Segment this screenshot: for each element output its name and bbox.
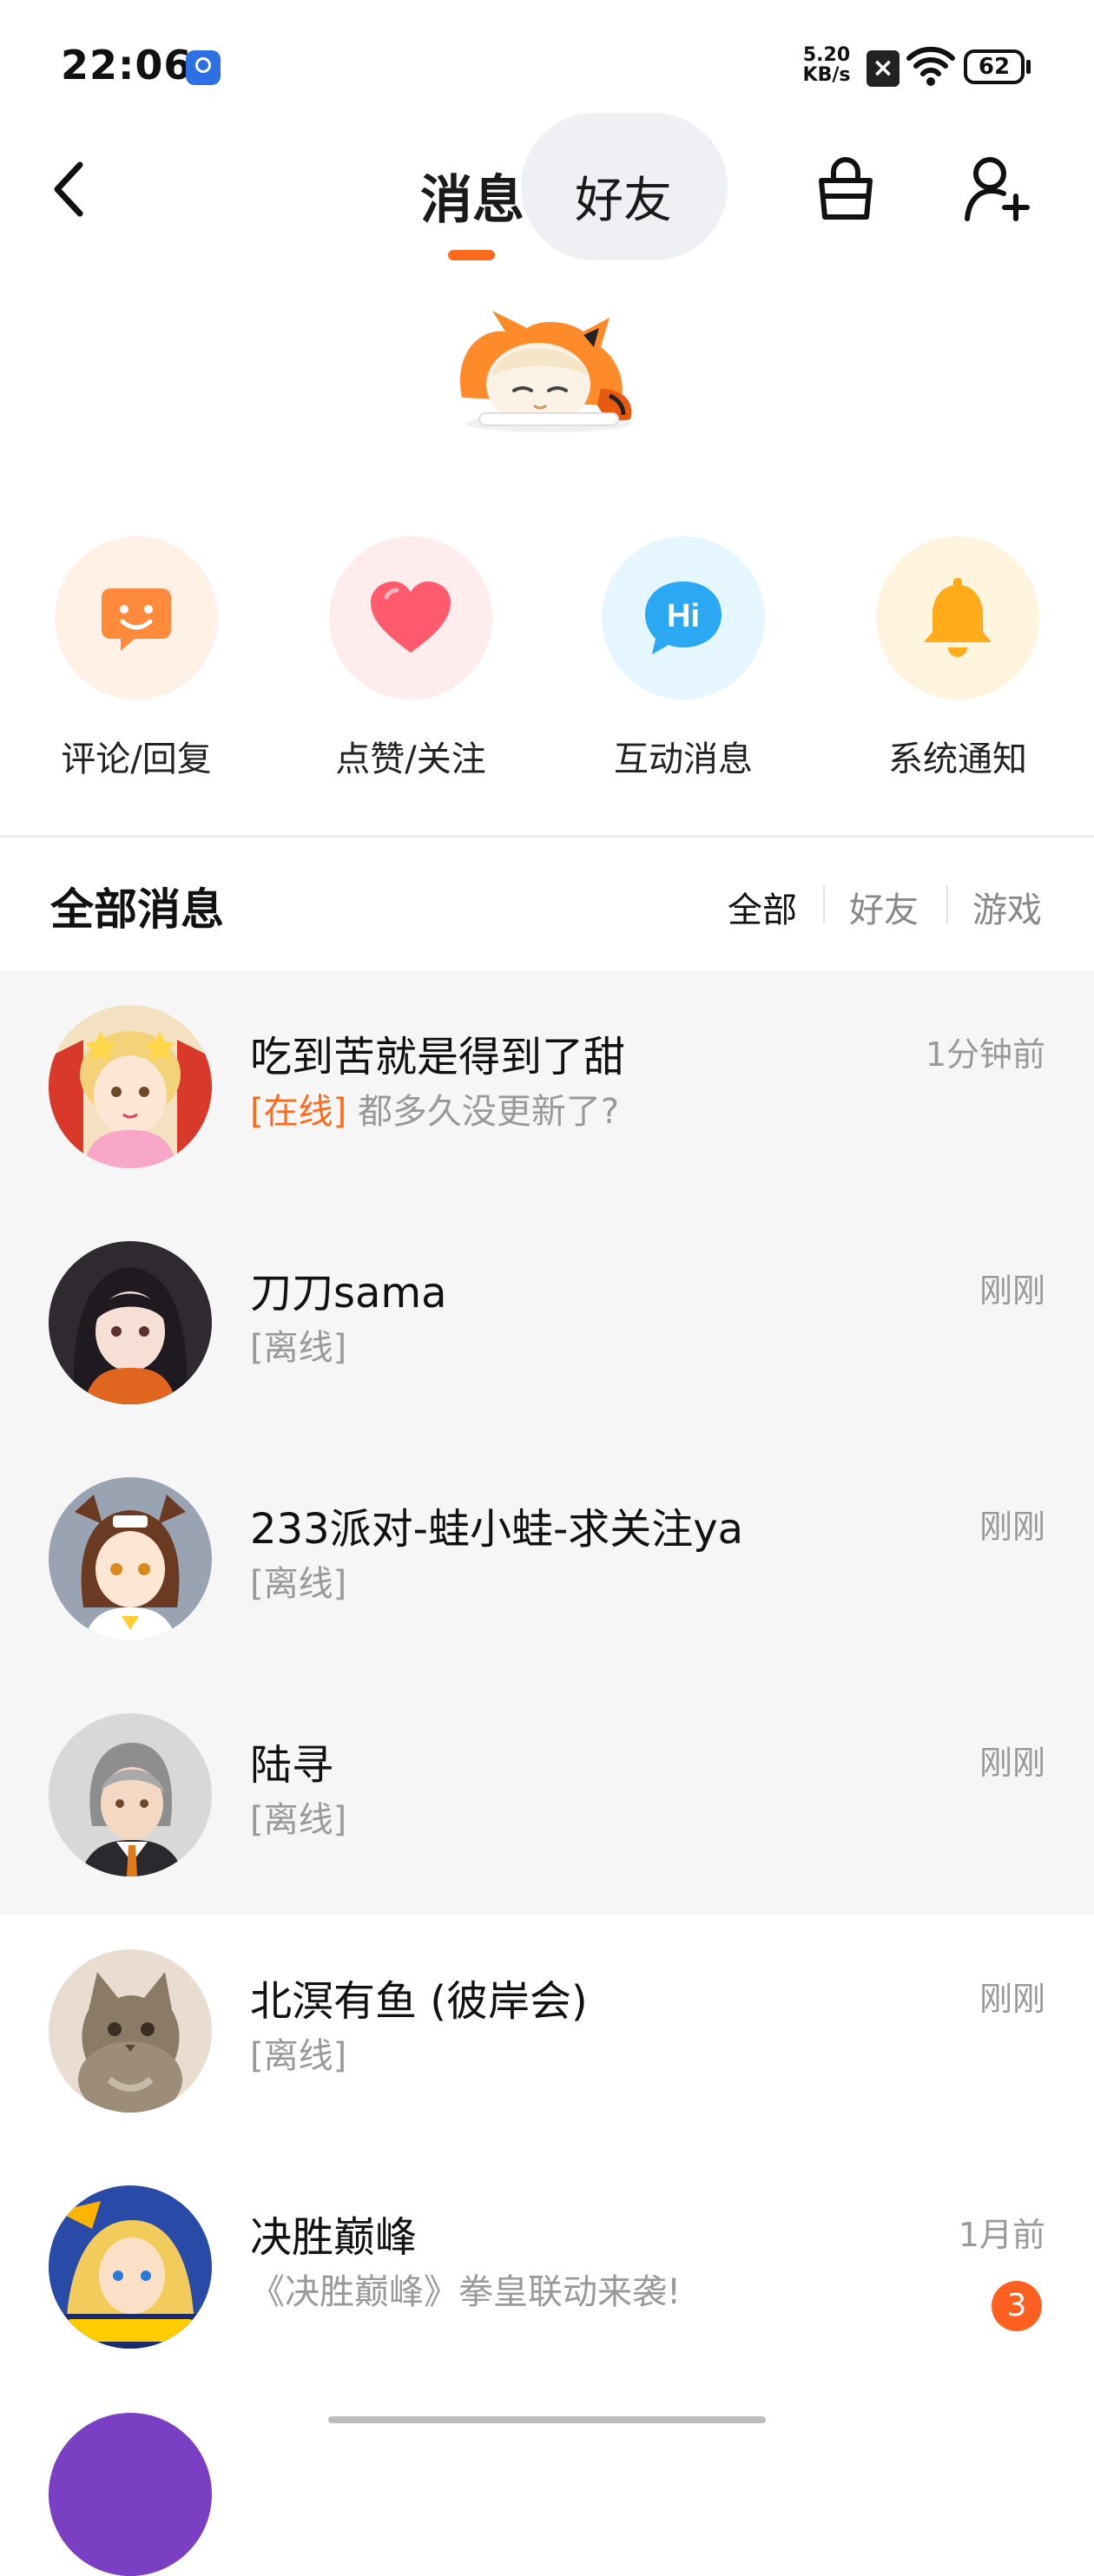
contact-name: 陆寻 [250, 1741, 334, 1790]
online-status: [离线] [250, 1328, 347, 1368]
message-time: 刚刚 [979, 1508, 1045, 1546]
unread-badge: 3 [992, 2281, 1042, 2331]
avatar [49, 1477, 212, 1640]
filter-games[interactable]: 游戏 [972, 882, 1042, 932]
online-status: [离线] [250, 2036, 347, 2076]
next-row-avatar-peek [49, 2413, 212, 2576]
message-time: 1分钟前 [925, 1035, 1045, 1074]
hi-bubble-icon: Hi [645, 582, 722, 654]
message-preview: 都多久没更新了? [357, 1092, 620, 1132]
avatar [49, 1005, 212, 1168]
heart-icon [371, 582, 451, 653]
comment-face-icon [102, 588, 171, 651]
message-row[interactable]: 陆寻 [离线] 刚刚 [0, 1679, 1094, 1915]
battery-indicator: 62 [964, 49, 1025, 84]
contact-name: 刀刀sama [250, 1269, 447, 1318]
svg-text:Hi: Hi [667, 598, 700, 634]
category-system-label: 系统通知 [888, 739, 1027, 779]
network-speed-unit: KB/s [802, 64, 851, 86]
message-time: 刚刚 [979, 1272, 1045, 1310]
filter-all[interactable]: 全部 [728, 882, 797, 932]
contact-name: 吃到苦就是得到了甜 [250, 1033, 626, 1081]
chevron-left-icon [54, 161, 83, 217]
filter-separator [823, 885, 825, 923]
section-title: 全部消息 [50, 884, 224, 935]
status-time: 22:06 [61, 42, 193, 89]
avatar [49, 1713, 212, 1876]
contact-name: 233派对-蛙小蛙-求关注ya [250, 1505, 744, 1554]
online-status: [离线] [250, 1800, 347, 1840]
active-tab-indicator [448, 250, 495, 260]
add-user-icon [965, 157, 1030, 221]
contact-name: 北溟有鱼 (彼岸会) [250, 1977, 588, 2026]
message-row[interactable]: 吃到苦就是得到了甜 [在线] 都多久没更新了? 1分钟前 [0, 970, 1094, 1206]
wifi-icon [906, 43, 955, 90]
bag-icon [819, 157, 873, 220]
home-indicator[interactable] [328, 2416, 766, 2423]
add-friend-button[interactable] [962, 151, 1031, 224]
message-row[interactable]: 北溟有鱼 (彼岸会) [离线] 刚刚 [0, 1915, 1094, 2151]
shop-bag-button[interactable] [811, 154, 880, 224]
contact-name: 决胜巅峰 [250, 2213, 418, 2262]
filter-friends[interactable]: 好友 [849, 882, 919, 932]
message-time: 刚刚 [979, 1980, 1045, 2018]
online-status: [在线] [250, 1092, 347, 1132]
section-divider [0, 835, 1094, 838]
back-button[interactable] [45, 154, 97, 224]
network-speed-value: 5.20 [802, 44, 851, 66]
avatar [49, 1241, 212, 1404]
filter-separator [946, 885, 948, 923]
tab-friends[interactable]: 好友 [575, 161, 672, 232]
category-likes[interactable]: 点赞/关注 [328, 536, 493, 781]
message-preview-line: [在线] 都多久没更新了? [250, 1083, 619, 1134]
category-likes-circle [329, 536, 492, 700]
no-sim-icon: × [867, 50, 900, 87]
message-preview: 《决胜巅峰》拳皇联动来袭! [250, 2272, 682, 2312]
category-likes-label: 点赞/关注 [335, 739, 486, 779]
bell-icon [924, 578, 992, 657]
category-interactions-circle: Hi [602, 536, 765, 700]
message-row[interactable]: 233派对-蛙小蛙-求关注ya [离线] 刚刚 [0, 1442, 1094, 1679]
network-speed: 5.20 KB/s [799, 45, 854, 85]
category-interactions[interactable]: Hi 互动消息 [601, 536, 766, 781]
tab-messages[interactable]: 消息 [420, 158, 524, 233]
message-row[interactable]: 刀刀sama [离线] 刚刚 [0, 1206, 1094, 1442]
avatar [49, 1949, 212, 2113]
app-notification-icon [186, 50, 221, 85]
category-system[interactable]: 系统通知 [875, 536, 1040, 781]
category-comments[interactable]: 评论/回复 [54, 536, 219, 781]
battery-tip [1026, 60, 1031, 74]
category-interactions-label: 互动消息 [614, 739, 753, 779]
category-system-circle [876, 536, 1039, 700]
message-time: 1月前 [958, 2216, 1045, 2254]
avatar [49, 2185, 212, 2349]
message-time: 刚刚 [979, 1744, 1045, 1782]
message-row[interactable]: 决胜巅峰 《决胜巅峰》拳皇联动来袭! 1月前 3 [0, 2151, 1094, 2387]
category-comments-circle [55, 536, 218, 700]
online-status: [离线] [250, 1564, 347, 1604]
mascot-illustration [445, 293, 644, 441]
category-comments-label: 评论/回复 [61, 739, 212, 779]
